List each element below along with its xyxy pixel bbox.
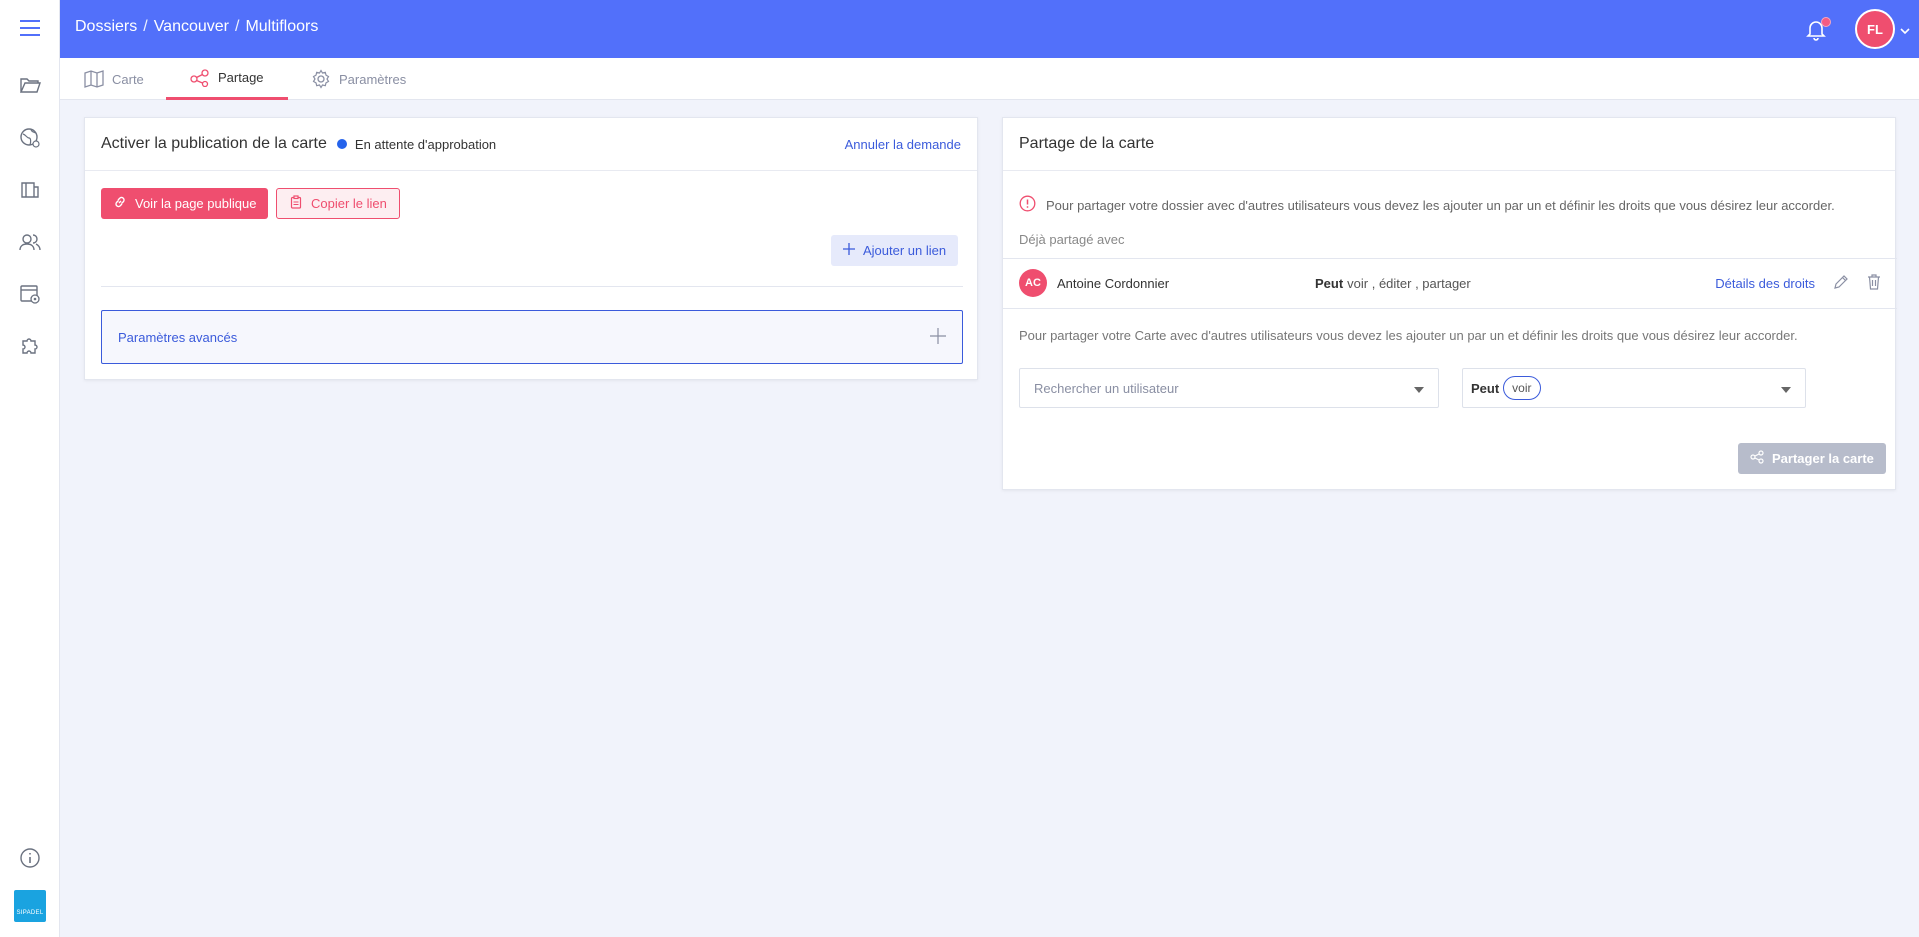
cancel-request-link[interactable]: Annuler la demande <box>845 137 961 152</box>
avatar: AC <box>1019 269 1047 297</box>
publication-title: Activer la publication de la carte <box>101 135 327 152</box>
breadcrumb-separator: / <box>235 18 240 35</box>
logo-text: SIPADEL <box>16 910 44 916</box>
folder-icon[interactable] <box>16 71 44 99</box>
sharing-instructions: Pour partager votre Carte avec d'autres … <box>1019 328 1798 343</box>
copy-link-label: Copier le lien <box>311 196 387 211</box>
plus-icon[interactable] <box>930 327 946 347</box>
sharing-title: Partage de la carte <box>1019 135 1155 152</box>
breadcrumb-multifloors: Multifloors <box>245 18 319 35</box>
trash-icon[interactable] <box>1867 273 1881 293</box>
chevron-down-icon[interactable] <box>1899 24 1911 36</box>
advanced-settings-label: Paramètres avancés <box>118 329 238 345</box>
tab-partage-label: Partage <box>218 70 264 85</box>
sharing-warning: Pour partager votre dossier avec d'autre… <box>1019 195 1835 215</box>
add-link-label: Ajouter un lien <box>863 243 947 258</box>
caret-down-icon <box>1781 381 1791 396</box>
divider <box>1003 258 1897 259</box>
shared-user-row: AC Antoine Cordonnier Peut voir , éditer… <box>1019 269 1881 297</box>
tab-partage[interactable]: Partage <box>166 58 288 100</box>
user-search-select[interactable]: Rechercher un utilisateur <box>1019 368 1439 408</box>
alert-circle-icon <box>1019 195 1036 215</box>
tab-carte[interactable]: Carte <box>84 58 144 100</box>
caret-down-icon <box>1414 381 1424 396</box>
view-public-page-label: Voir la page publique <box>135 196 257 211</box>
map-settings-icon[interactable] <box>16 280 44 308</box>
layers-icon[interactable] <box>16 176 44 204</box>
sharing-card-header: Partage de la carte <box>1003 118 1895 171</box>
app-logo[interactable]: SIPADEL <box>14 890 46 922</box>
shared-user-name: Antoine Cordonnier <box>1057 275 1170 291</box>
users-icon[interactable] <box>16 228 44 256</box>
share-map-button[interactable]: Partager la carte <box>1738 443 1886 474</box>
add-link-button[interactable]: Ajouter un lien <box>831 235 959 266</box>
tab-parametres-label: Paramètres <box>339 71 407 87</box>
breadcrumb-separator: / <box>143 18 148 35</box>
clipboard-icon <box>289 195 303 212</box>
share-icon <box>1750 450 1764 467</box>
breadcrumb-dossiers[interactable]: Dossiers <box>75 18 137 36</box>
tab-bar: Carte Partage Paramètres <box>60 58 1919 100</box>
sidebar: SIPADEL <box>0 0 60 937</box>
breadcrumb: Dossiers / Vancouver / Multifloors <box>75 18 318 36</box>
view-public-page-button[interactable]: Voir la page publique <box>101 188 269 219</box>
advanced-settings-panel[interactable]: Paramètres avancés <box>101 310 963 364</box>
divider <box>1003 308 1897 309</box>
menu-icon[interactable] <box>16 14 44 42</box>
divider <box>101 286 963 287</box>
copy-link-button[interactable]: Copier le lien <box>276 188 400 219</box>
tab-carte-label: Carte <box>112 71 144 87</box>
status-dot <box>336 139 347 149</box>
user-avatar[interactable]: FL <box>1855 9 1895 49</box>
rights-list: voir , éditer , partager <box>1347 275 1471 291</box>
status-badge: En attente d'approbation <box>354 136 497 152</box>
rights-details-link[interactable]: Détails des droits <box>1715 276 1815 291</box>
map-icon <box>84 70 104 88</box>
puzzle-icon[interactable] <box>16 332 44 360</box>
permission-prefix: Peut <box>1471 380 1500 396</box>
share-map-label: Partager la carte <box>1772 451 1874 466</box>
already-shared-label: Déjà partagé avec <box>1019 232 1125 247</box>
tab-parametres[interactable]: Paramètres <box>311 58 406 100</box>
topbar: Dossiers / Vancouver / Multifloors FL <box>60 0 1919 58</box>
pencil-icon[interactable] <box>1833 274 1849 293</box>
permission-chip[interactable]: voir <box>1503 376 1541 400</box>
publication-card-header: Activer la publication de la carte En at… <box>85 118 977 171</box>
sharing-warning-text: Pour partager votre dossier avec d'autre… <box>1046 197 1835 213</box>
share-icon <box>190 68 210 87</box>
user-search-placeholder: Rechercher un utilisateur <box>1034 380 1179 396</box>
info-icon[interactable] <box>16 844 44 872</box>
breadcrumb-vancouver[interactable]: Vancouver <box>154 18 229 36</box>
rights-prefix: Peut <box>1315 275 1344 291</box>
plus-icon <box>843 243 855 258</box>
gear-icon <box>311 69 331 89</box>
notification-badge <box>1821 17 1831 27</box>
publication-card: Activer la publication de la carte En at… <box>84 117 978 380</box>
link-icon <box>113 195 127 212</box>
permission-select[interactable]: Peut voir <box>1462 368 1806 408</box>
globe-settings-icon[interactable] <box>16 124 44 152</box>
sharing-card: Partage de la carte Pour partager votre … <box>1002 117 1897 490</box>
